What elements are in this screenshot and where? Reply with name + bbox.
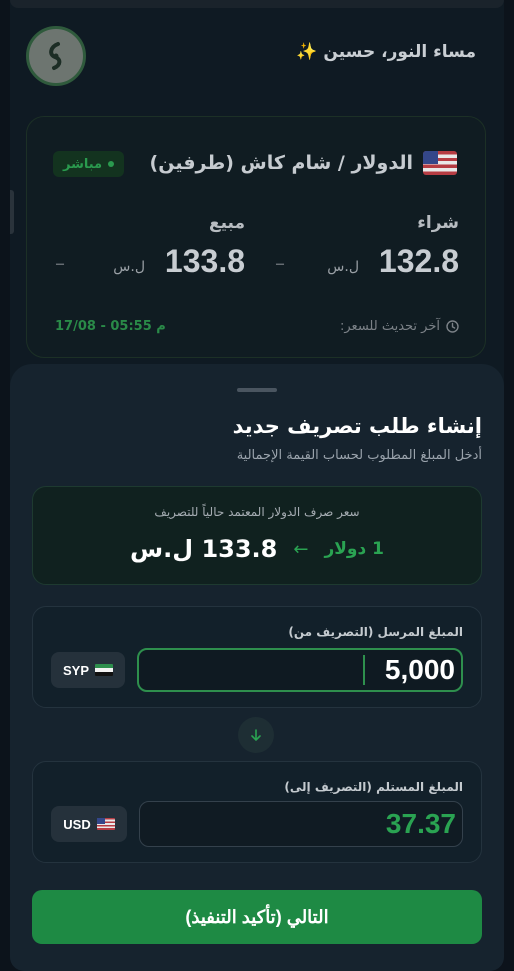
send-label: المبلغ المرسل (التصريف من): [288, 625, 463, 639]
app-frame: مساء النور، حسين ✨ الدولار / شام كاش (طر…: [10, 0, 504, 971]
live-badge-label: مباشر: [63, 156, 103, 172]
last-update-time: 17/08 - 05:55 م: [55, 319, 166, 334]
rate-one-dollar: 1 دولار: [324, 539, 384, 559]
rate-row: 1 دولار ← 133.8 ل.س: [33, 535, 481, 563]
sell-price: 133.8: [164, 243, 245, 279]
rate-value: 133.8 ل.س: [130, 535, 278, 563]
current-rate-box: سعر صرف الدولار المعتمد حالياً للتصريف 1…: [32, 486, 482, 585]
us-flag-small-icon: [96, 818, 115, 830]
receive-currency-chip[interactable]: USD: [51, 806, 127, 842]
rate-card-title: الدولار / شام كاش (طرفين): [150, 151, 457, 175]
sheet-drag-handle[interactable]: [237, 388, 277, 392]
top-notch: [10, 0, 504, 8]
syria-flag-icon: [95, 664, 113, 676]
send-amount-input[interactable]: 5,000: [137, 648, 463, 692]
receive-amount-output: 37.37: [139, 801, 463, 847]
last-update: آخر تحديث للسعر:: [340, 319, 459, 334]
app-logo[interactable]: [26, 26, 86, 86]
side-handle[interactable]: [10, 190, 14, 234]
buy-unit: ل.س: [327, 259, 359, 275]
live-badge: مباشر: [53, 151, 125, 177]
text-caret: [363, 655, 365, 685]
send-currency-code: SYP: [62, 662, 89, 678]
last-update-label: آخر تحديث للسعر:: [340, 319, 440, 334]
us-flag-icon: [423, 151, 457, 175]
receive-label: المبلغ المستلم (التصريف إلى): [284, 780, 463, 794]
rate-caption: سعر صرف الدولار المعتمد حالياً للتصريف: [154, 505, 360, 519]
rate-card-title-text: الدولار / شام كاش (طرفين): [149, 152, 413, 174]
live-dot-icon: [108, 161, 115, 167]
arrow-left-icon: ←: [293, 538, 309, 560]
sheet-title: إنشاء طلب تصريف جديد: [232, 414, 482, 438]
arrow-down-icon: [251, 729, 261, 741]
sell-change: –: [55, 251, 65, 275]
send-currency-chip[interactable]: SYP: [51, 652, 125, 688]
buy-change: –: [275, 251, 285, 275]
exchange-bottom-sheet: إنشاء طلب تصريف جديد أدخل المبلغ المطلوب…: [10, 364, 504, 971]
logo-icon: [49, 42, 62, 70]
sell-unit: ل.س: [113, 259, 145, 275]
receive-currency-code: USD: [63, 816, 91, 832]
sell-label: مبيع: [208, 213, 245, 233]
send-amount-box: المبلغ المرسل (التصريف من) 5,000 SYP: [32, 606, 482, 708]
sheet-subtitle: أدخل المبلغ المطلوب لحساب القيمة الإجمال…: [236, 448, 482, 463]
clock-icon: [446, 320, 459, 333]
send-amount-value: 5,000: [384, 654, 455, 685]
rate-card: الدولار / شام كاش (طرفين) مباشر شراء 132…: [26, 116, 486, 358]
buy-label: شراء: [417, 213, 459, 233]
next-confirm-button[interactable]: التالي (تأكيد التنفيذ): [32, 890, 482, 944]
receive-amount-box: المبلغ المستلم (التصريف إلى) 37.37 USD: [32, 761, 482, 863]
greeting-text: مساء النور، حسين ✨: [296, 42, 476, 62]
buy-price: 132.8: [378, 243, 459, 279]
swap-direction-button[interactable]: [238, 717, 274, 753]
